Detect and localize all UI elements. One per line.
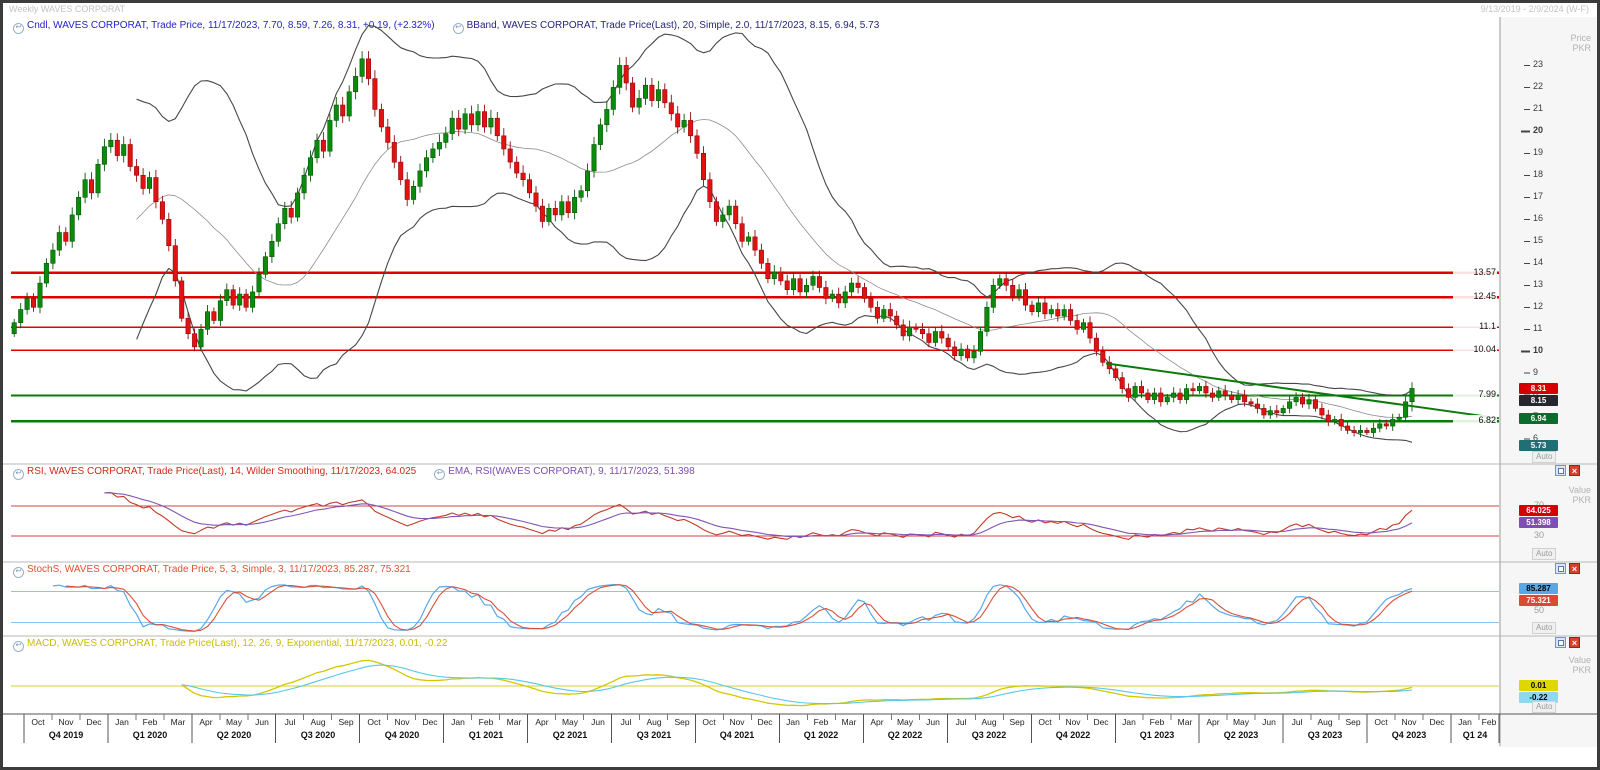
macd-axis-unit: Value PKR xyxy=(1511,655,1591,675)
ema-legend: ↩EMA, RSI(WAVES CORPORAT), 9, 11/17/2023… xyxy=(434,466,694,477)
legend-series-icon: ↩ xyxy=(13,567,24,578)
cndl-legend: ↩Cndl, WAVES CORPORAT, Trade Price, 11/1… xyxy=(13,20,435,31)
price-legend-row[interactable]: ↩Cndl, WAVES CORPORAT, Trade Price, 11/1… xyxy=(13,20,897,34)
price-axis-unit-line1: Price xyxy=(1511,33,1591,43)
app-window: Weekly WAVES CORPORAT 9/13/2019 - 2/9/20… xyxy=(0,0,1600,770)
rsi-legend-row[interactable]: ↩RSI, WAVES CORPORAT, Trade Price(Last),… xyxy=(13,466,713,480)
rsi-legend: ↩RSI, WAVES CORPORAT, Trade Price(Last),… xyxy=(13,466,416,477)
rsi-auto-button[interactable]: Auto xyxy=(1532,548,1556,560)
close-icon: × xyxy=(1572,466,1577,476)
price-axis-unit: Price PKR xyxy=(1511,33,1591,53)
close-icon: × xyxy=(1572,638,1577,648)
macd-axis-unit-line2: PKR xyxy=(1511,665,1591,675)
price-auto-button[interactable]: Auto xyxy=(1532,451,1556,463)
stoch-legend-row[interactable]: ↩StochS, WAVES CORPORAT, Trade Price, 5,… xyxy=(13,564,429,578)
candlestick-series xyxy=(12,51,1414,437)
legend-series-icon: ↩ xyxy=(453,23,464,34)
rsi-axis-unit-line2: PKR xyxy=(1511,495,1591,505)
macd-legend-row[interactable]: ↩MACD, WAVES CORPORAT, Trade Price(Last)… xyxy=(13,638,465,652)
stoch-restore-button[interactable] xyxy=(1555,563,1566,574)
legend-series-icon: ↩ xyxy=(13,641,24,652)
window-title: Weekly WAVES CORPORAT xyxy=(9,4,125,17)
stoch-auto-button[interactable]: Auto xyxy=(1532,622,1556,634)
bband-legend: ↩BBand, WAVES CORPORAT, Trade Price(Last… xyxy=(453,20,880,31)
macd-auto-button[interactable]: Auto xyxy=(1532,701,1556,713)
rsi-axis-unit: Value PKR xyxy=(1511,485,1591,505)
legend-series-icon: ↩ xyxy=(434,469,445,480)
price-axis-unit-line2: PKR xyxy=(1511,43,1591,53)
macd-axis-unit-line1: Value xyxy=(1511,655,1591,665)
rsi-axis-unit-line1: Value xyxy=(1511,485,1591,495)
macd-close-button[interactable]: × xyxy=(1569,637,1580,648)
title-bar: Weekly WAVES CORPORAT 9/13/2019 - 2/9/20… xyxy=(3,3,1597,17)
macd-legend: ↩MACD, WAVES CORPORAT, Trade Price(Last)… xyxy=(13,638,447,649)
rsi-close-button[interactable]: × xyxy=(1569,465,1580,476)
rsi-restore-button[interactable] xyxy=(1555,465,1566,476)
macd-restore-button[interactable] xyxy=(1555,637,1566,648)
legend-series-icon: ↩ xyxy=(13,469,24,480)
close-icon: × xyxy=(1572,564,1577,574)
date-range: 9/13/2019 - 2/9/2024 (W-F) xyxy=(1481,4,1589,17)
legend-series-icon: ↩ xyxy=(13,23,24,34)
stoch-close-button[interactable]: × xyxy=(1569,563,1580,574)
stochs-legend: ↩StochS, WAVES CORPORAT, Trade Price, 5,… xyxy=(13,564,411,575)
